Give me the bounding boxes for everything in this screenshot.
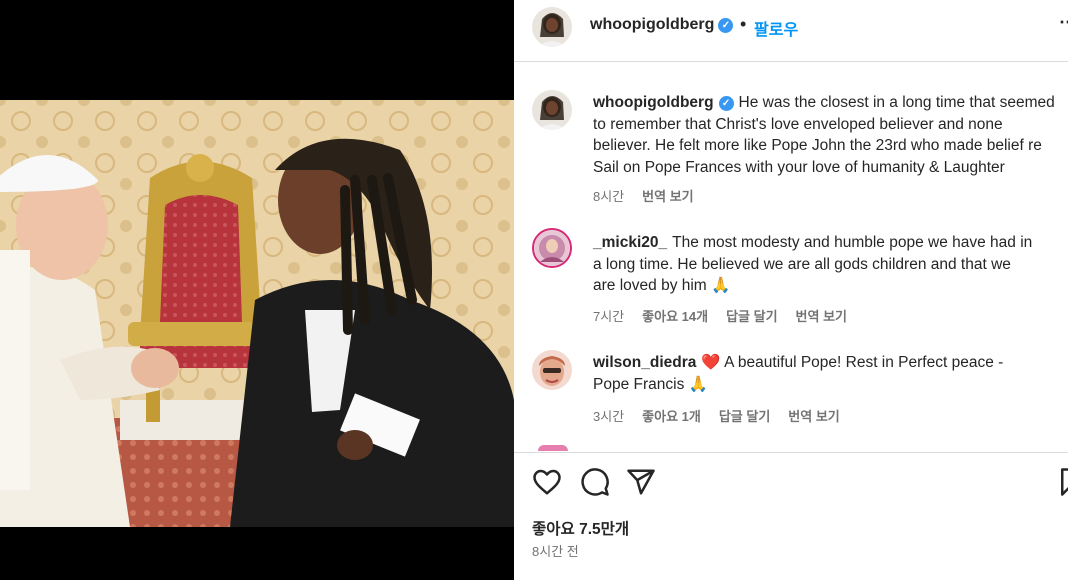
header-separator: •	[740, 14, 747, 34]
next-comment-avatar	[538, 445, 568, 451]
caption-line: Sail on Pope Frances with your love of h…	[593, 158, 1005, 176]
heart-icon[interactable]	[532, 467, 562, 497]
reply-button[interactable]: 답글 달기	[726, 309, 777, 324]
comment-time: 3시간	[593, 409, 625, 424]
commenter-avatar[interactable]	[532, 350, 572, 390]
author-avatar[interactable]	[532, 7, 572, 47]
translate-button[interactable]: 번역 보기	[642, 189, 693, 204]
caption-text: whoopigoldberg ✓ He was the closest in a l…	[593, 92, 1055, 178]
commenter-avatar[interactable]	[532, 228, 572, 268]
commenter-username[interactable]: _micki20_	[593, 234, 667, 251]
comment-icon[interactable]	[580, 467, 610, 497]
post-media	[0, 0, 514, 580]
caption-avatar[interactable]	[532, 90, 572, 130]
caption-line: to remember that Christ's love enveloped…	[593, 115, 1003, 133]
caption-time: 8시간	[593, 189, 625, 204]
caption-line: believer. He felt more like Pope John th…	[593, 137, 1042, 154]
comment-likes[interactable]: 좋아요 1개	[642, 409, 701, 424]
translate-button[interactable]: 번역 보기	[796, 309, 847, 324]
comment-line-text: The most modesty and humble pope we have…	[672, 234, 1033, 251]
comment-line: wilson_diedra ❤️ A beautiful Pope! Rest i…	[593, 352, 1003, 374]
verified-badge-icon: ✓	[718, 18, 734, 33]
caption-line-text: He was the closest in a long time that s…	[738, 94, 1055, 111]
author-username-row: whoopigoldberg ✓	[590, 16, 734, 34]
share-icon[interactable]	[626, 467, 656, 497]
action-bar: 좋아요 7.5만개 8시간 전	[514, 452, 1068, 580]
comment-line: _micki20_ The most modesty and humble pop…	[593, 232, 1032, 254]
post-photo[interactable]	[0, 100, 514, 527]
comment-line: Pope Francis 🙏	[593, 375, 708, 393]
comment-meta: 7시간 좋아요 14개 답글 달기 번역 보기	[593, 306, 865, 325]
post-time: 8시간 전	[532, 544, 579, 559]
post-header: whoopigoldberg ✓ • 팔로우 ⋯	[514, 0, 1068, 62]
post-panel: whoopigoldberg ✓ • 팔로우 ⋯ whoopigoldberg ✓ H…	[514, 0, 1068, 580]
translate-button[interactable]: 번역 보기	[788, 409, 839, 424]
comment-text: _micki20_ The most modesty and humble pop…	[593, 232, 1032, 297]
caption-meta: 8시간 번역 보기	[593, 186, 712, 205]
verified-badge-icon: ✓	[718, 96, 734, 111]
comment-line: a long time. He believed we are all gods…	[593, 255, 1011, 273]
reply-button[interactable]: 답글 달기	[719, 409, 770, 424]
likes-count[interactable]: 좋아요 7.5만개	[532, 517, 629, 539]
comment-text: wilson_diedra ❤️ A beautiful Pope! Rest i…	[593, 352, 1003, 395]
caption-line: whoopigoldberg ✓ He was the closest in a l…	[593, 92, 1055, 114]
follow-button[interactable]: 팔로우	[754, 16, 798, 40]
bookmark-icon[interactable]	[1056, 467, 1068, 497]
comment-likes[interactable]: 좋아요 14개	[642, 309, 708, 324]
author-username[interactable]: whoopigoldberg	[590, 16, 714, 33]
more-options-icon[interactable]: ⋯	[1059, 12, 1068, 33]
comment-meta: 3시간 좋아요 1개 답글 달기 번역 보기	[593, 406, 858, 425]
comment-time: 7시간	[593, 309, 625, 324]
comment-line: are loved by him 🙏	[593, 277, 731, 294]
commenter-username[interactable]: wilson_diedra	[593, 354, 696, 371]
caption-username[interactable]: whoopigoldberg	[593, 94, 714, 111]
comment-line-text: ❤️ A beautiful Pope! Rest in Perfect pea…	[701, 354, 1004, 371]
